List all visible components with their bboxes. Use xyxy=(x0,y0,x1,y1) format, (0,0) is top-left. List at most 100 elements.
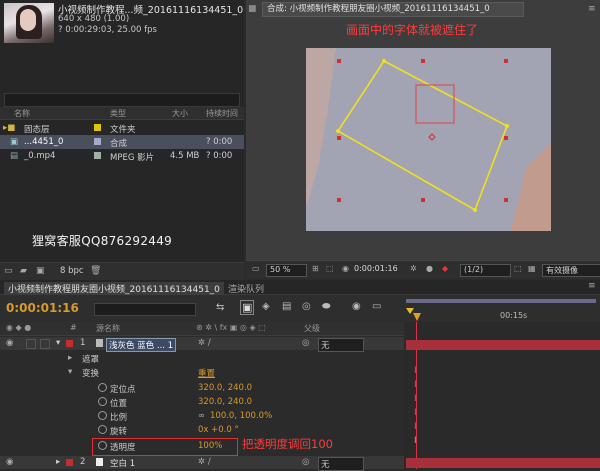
zoom-select[interactable]: 50 % xyxy=(266,264,307,277)
property-row-anchor[interactable]: 定位点 320.0, 240.0 xyxy=(0,382,404,395)
audio-toggle[interactable] xyxy=(26,339,36,349)
property-row-position[interactable]: 位置 320.0, 240.0 xyxy=(0,396,404,409)
pickwhip-icon[interactable]: ◎ xyxy=(302,338,309,348)
interpret-footage-icon[interactable]: ▭ xyxy=(4,266,13,276)
eye-icon[interactable]: ◉ xyxy=(6,457,13,467)
col-size[interactable]: 大小 xyxy=(172,108,188,119)
channel-icon[interactable]: ◆ xyxy=(442,264,448,275)
property-value[interactable]: 320.0, 240.0 xyxy=(198,383,252,393)
property-value[interactable]: 320.0, 240.0 xyxy=(198,397,252,407)
new-comp-icon[interactable]: ▣ xyxy=(36,266,45,276)
keyframe-marker[interactable]: I xyxy=(414,436,417,446)
collapse-arrow-icon[interactable]: ▸ xyxy=(68,353,72,363)
property-value[interactable]: 0x +0.0 ° xyxy=(198,425,239,435)
col-type[interactable]: 类型 xyxy=(110,108,126,119)
stopwatch-icon[interactable] xyxy=(98,411,107,423)
label-color-chip[interactable] xyxy=(66,459,73,466)
trash-icon[interactable]: 🗑 xyxy=(90,266,101,276)
parent-select[interactable]: 无 xyxy=(318,338,364,352)
layer-bounding-box[interactable] xyxy=(336,59,508,212)
mask-group-row[interactable]: ▸ 遮罩 xyxy=(0,352,404,365)
composition-canvas[interactable] xyxy=(306,48,551,231)
project-item-footage[interactable]: ▤ _0.mp4 MPEG 影片 4.5 MB ? 0:00 xyxy=(0,149,244,163)
constrain-proportions-icon[interactable]: ∞ xyxy=(198,411,205,421)
switch-icons[interactable]: ✲ / xyxy=(198,457,211,467)
region-icon[interactable]: ⬚ xyxy=(514,264,522,275)
viewer-timecode[interactable]: 0:00:01:16 xyxy=(354,264,398,275)
shy-icon[interactable]: ◈ xyxy=(262,301,270,312)
reset-link[interactable]: 重置 xyxy=(198,367,215,379)
stopwatch-icon[interactable] xyxy=(98,425,107,437)
motion-blur-icon[interactable]: ◎ xyxy=(302,301,311,312)
brainstorm-icon[interactable]: ◉ xyxy=(352,301,361,312)
transparency-grid-icon[interactable]: ▦ xyxy=(528,264,536,275)
stopwatch-icon[interactable] xyxy=(98,383,107,395)
work-area-bar[interactable] xyxy=(406,299,596,303)
transform-label: 变换 xyxy=(82,369,100,379)
bit-depth-button[interactable]: 8 bpc xyxy=(60,266,84,276)
expand-arrow-icon[interactable]: ▾ xyxy=(68,367,72,377)
timeline-comp-tab[interactable]: 小视频制作教程朋友圈小视频_20161116134451_0 xyxy=(4,282,224,295)
collapse-arrow-icon[interactable]: ▸ xyxy=(56,457,60,467)
render-queue-tab[interactable]: 渲染队列 xyxy=(228,282,264,295)
layer-search-input[interactable] xyxy=(94,303,196,316)
grid-icon[interactable]: ⊞ xyxy=(312,264,319,275)
playhead-icon[interactable] xyxy=(413,313,421,321)
keyframe-marker[interactable]: I xyxy=(414,366,417,376)
snapshot-icon[interactable]: ✲ xyxy=(410,264,417,275)
panel-menu-icon[interactable]: ≡ xyxy=(588,4,596,14)
timeline-graph-area[interactable]: 00:15s I I I I I I xyxy=(404,295,600,469)
graph-editor-icon[interactable]: ⬬ xyxy=(322,301,331,312)
timeline-timecode[interactable]: 0:00:01:16 xyxy=(6,301,79,315)
pickwhip-icon[interactable]: ◎ xyxy=(302,457,309,467)
col-name[interactable]: 名称 xyxy=(14,108,30,119)
layer-name[interactable]: 空白 1 xyxy=(110,457,135,469)
project-item-comp[interactable]: ▣ ...4451_0 合成 ? 0:00 xyxy=(0,135,244,149)
lock-icon[interactable]: ■ xyxy=(248,4,257,14)
resolution-select[interactable]: (1/2) xyxy=(460,264,511,277)
safe-zone-icon[interactable]: ⬚ xyxy=(326,264,334,275)
draft-3d-icon[interactable]: ▣ xyxy=(240,300,255,315)
project-item-folder[interactable]: ▸■ 固态层 文件夹 xyxy=(0,121,244,135)
property-value[interactable]: 100.0, 100.0% xyxy=(210,411,272,421)
magnify-icon[interactable]: ▭ xyxy=(252,264,260,275)
camera-icon[interactable]: ◉ xyxy=(342,264,349,275)
property-row-rotation[interactable]: 旋转 0x +0.0 ° xyxy=(0,424,404,437)
time-navigator[interactable]: 00:15s xyxy=(404,295,600,322)
property-row-scale[interactable]: 比例 ∞ 100.0, 100.0% xyxy=(0,410,404,423)
corner-handle[interactable] xyxy=(382,59,386,63)
eye-icon[interactable]: ◉ xyxy=(6,338,13,348)
corner-handle[interactable] xyxy=(473,208,477,212)
new-folder-icon[interactable]: ▰ xyxy=(20,266,27,276)
label-color-chip[interactable] xyxy=(66,340,73,347)
corner-handle[interactable] xyxy=(505,124,509,128)
expand-arrow-icon[interactable]: ▾ xyxy=(56,338,60,348)
camera-select[interactable]: 有效摄像 xyxy=(542,264,600,277)
corner-handle[interactable] xyxy=(336,129,340,133)
panel-menu-icon[interactable]: ≡ xyxy=(588,281,596,291)
viewer-comp-tab[interactable]: 合成: 小视频制作教程朋友圈小视频_20161116134451_0 xyxy=(262,2,524,17)
anchor-point[interactable] xyxy=(428,133,436,141)
keyframe-marker[interactable]: I xyxy=(414,422,417,432)
mask-rect[interactable] xyxy=(415,84,455,124)
col-source-name[interactable]: 源名称 xyxy=(96,323,120,334)
layer-row-2[interactable]: ◉ ▸ 2 空白 1 ✲ / ◎ 无 xyxy=(0,456,404,471)
keyframe-marker[interactable]: I xyxy=(414,408,417,418)
keyframe-marker[interactable]: I xyxy=(414,394,417,404)
show-snapshot-icon[interactable]: ● xyxy=(426,264,433,275)
comp-mini-flowchart-icon[interactable]: ⇆ xyxy=(216,302,224,313)
project-search-input[interactable] xyxy=(4,93,240,107)
layer-1-duration-bar[interactable] xyxy=(406,340,600,350)
layer-2-duration-bar[interactable] xyxy=(406,458,600,468)
stopwatch-icon[interactable] xyxy=(98,397,107,409)
col-duration[interactable]: 持续时间 xyxy=(206,108,238,119)
switch-icons[interactable]: ✲ / xyxy=(198,338,211,348)
solo-toggle[interactable] xyxy=(40,339,50,349)
layer-row-1[interactable]: ◉ ▾ 1 浅灰色 蓝色 ... 1 ✲ / ◎ 无 xyxy=(0,337,404,352)
transform-group-row[interactable]: ▾ 变换 重置 xyxy=(0,366,404,379)
keyframe-marker[interactable]: I xyxy=(414,380,417,390)
frame-blend-icon[interactable]: ▤ xyxy=(282,301,291,312)
layer-name[interactable]: 浅灰色 蓝色 ... 1 xyxy=(106,338,177,352)
label-color-chip xyxy=(94,124,101,131)
graph-icon[interactable]: ▭ xyxy=(372,301,381,312)
